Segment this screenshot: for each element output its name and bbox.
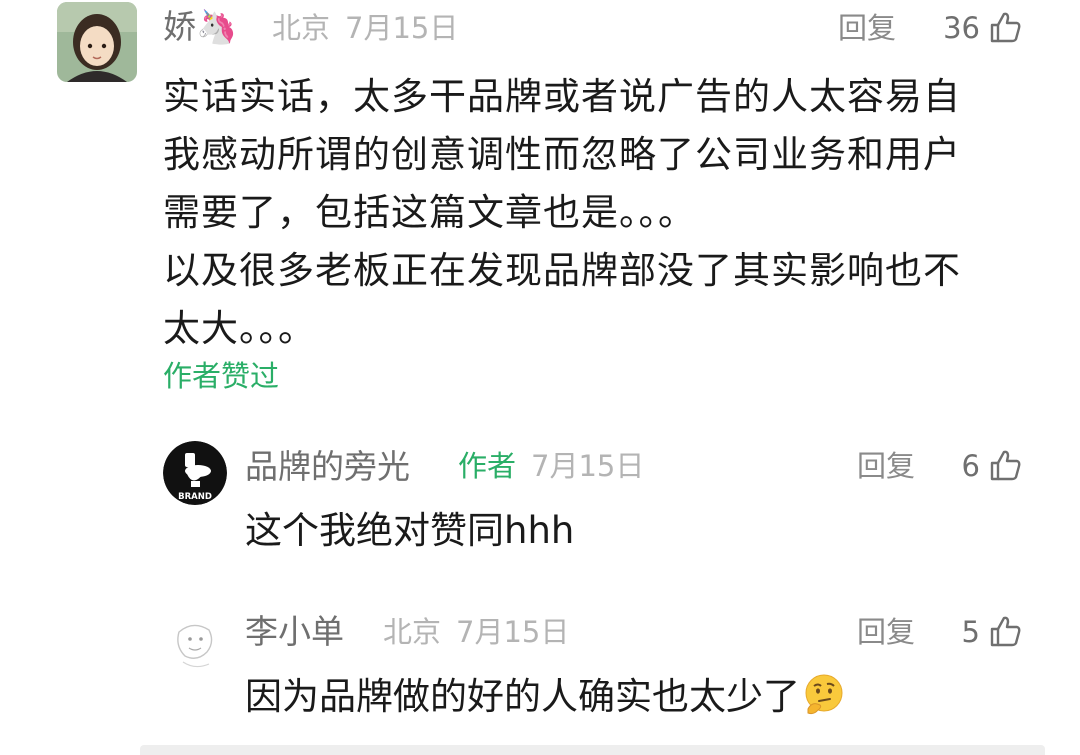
reply-button[interactable]: 回复 [838, 14, 896, 43]
reply-button[interactable]: 回复 [857, 452, 915, 481]
like-count[interactable]: 36 [938, 14, 980, 43]
reply-date: 7月15日 [456, 615, 570, 649]
divider [140, 745, 1045, 755]
thumbs-up-icon[interactable] [988, 448, 1022, 482]
like-count[interactable]: 6 [950, 452, 980, 481]
like-count[interactable]: 5 [950, 618, 980, 647]
liked-by-author-label: 作者赞过 [163, 359, 280, 393]
comment-text: 实话实话，太多干品牌或者说广告的人太容易自 我感动所谓的创意调性而忽略了公司业务… [163, 75, 961, 350]
reply-username[interactable]: 品牌的旁光 [245, 450, 410, 483]
comment-thread: 娇🦄 北京 7月15日 回复 36 实话实话，太多干品牌或者说广告的人太容易自 … [0, 0, 1080, 755]
avatar[interactable] [57, 2, 137, 82]
author-badge: 作者 [458, 449, 517, 483]
avatar[interactable]: BRAND [163, 441, 227, 505]
thinking-face-emoji-icon [805, 674, 843, 714]
thumbs-up-icon[interactable] [988, 614, 1022, 648]
reply-location: 北京 [383, 615, 442, 649]
reply-date: 7月15日 [531, 449, 645, 483]
avatar[interactable] [163, 612, 227, 676]
reply-text-row: 因为品牌做的好的人确实也太少了 [245, 674, 846, 718]
comment-username[interactable]: 娇🦄 [163, 10, 237, 43]
reply-username[interactable]: 李小单 [245, 615, 344, 648]
reply-text: 因为品牌做的好的人确实也太少了 [245, 675, 800, 718]
reply-button[interactable]: 回复 [857, 618, 915, 647]
comment-date: 7月15日 [345, 11, 459, 45]
reply-text: 这个我绝对赞同hhh [245, 509, 575, 552]
thumbs-up-icon[interactable] [988, 10, 1022, 44]
avatar-brand-text: BRAND [178, 492, 212, 502]
comment-location: 北京 [272, 11, 331, 45]
